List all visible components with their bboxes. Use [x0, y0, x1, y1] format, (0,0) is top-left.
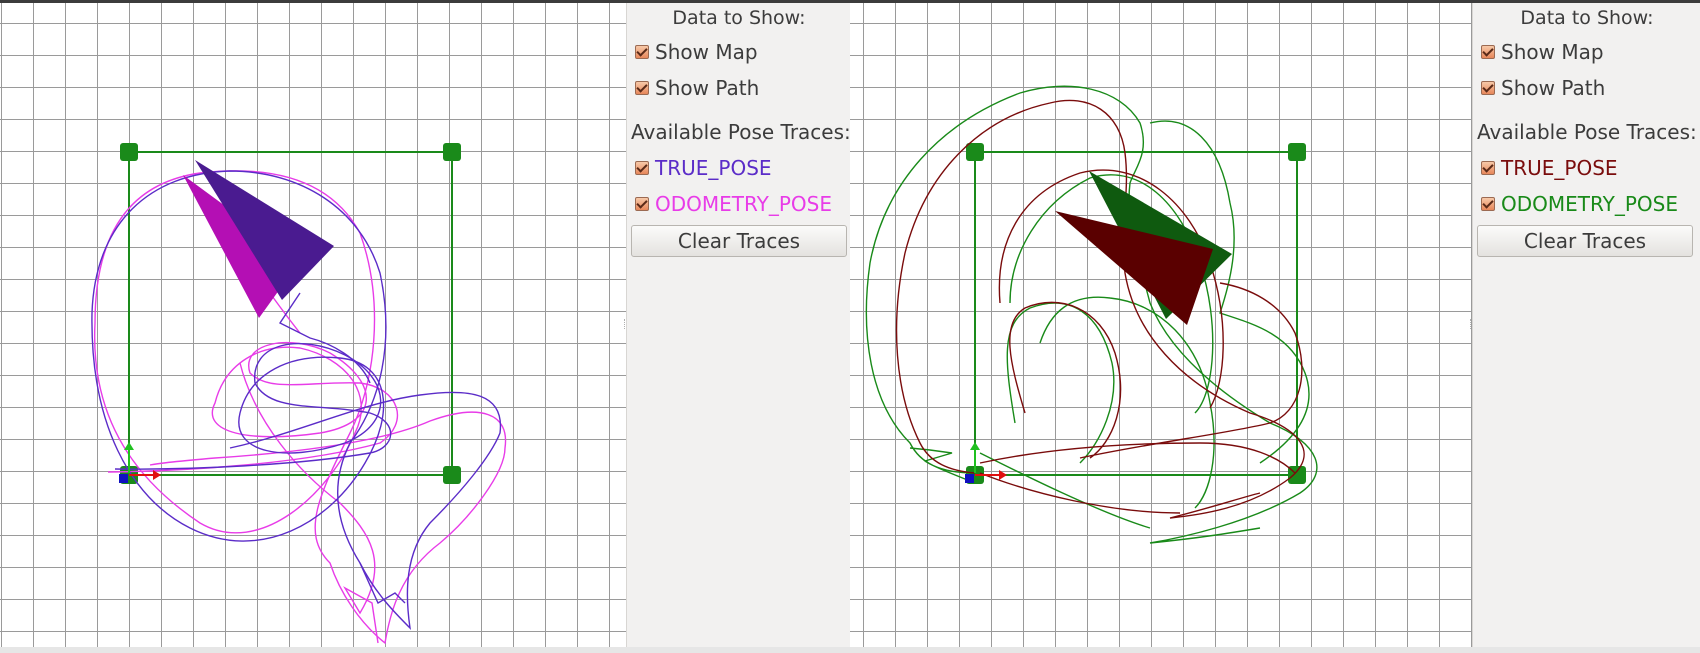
- clear-traces-button[interactable]: Clear Traces: [631, 225, 847, 257]
- data-to-show-title: Data to Show:: [672, 7, 806, 29]
- map-path-square: [128, 151, 453, 476]
- checkbox-checked-icon[interactable]: [1481, 161, 1495, 175]
- checkbox-checked-icon[interactable]: [635, 197, 649, 211]
- checkbox-checked-icon[interactable]: [1481, 81, 1495, 95]
- origin-x-arrowhead: [999, 470, 1007, 480]
- show-map-label: Show Map: [1501, 40, 1604, 64]
- show-path-label: Show Path: [1501, 76, 1606, 100]
- checkbox-checked-icon[interactable]: [635, 81, 649, 95]
- waypoint-icon: [120, 143, 138, 161]
- window-bottom-edge: [0, 647, 1700, 653]
- trace-odometry-pose-row[interactable]: ODOMETRY_POSE: [1481, 190, 1678, 218]
- map-view-right[interactable]: [850, 3, 1472, 647]
- show-path-label: Show Path: [655, 76, 760, 100]
- origin-y-arrowhead: [124, 442, 134, 450]
- splitter-handle[interactable]: [1470, 319, 1473, 329]
- checkbox-checked-icon[interactable]: [635, 161, 649, 175]
- trace-true-pose-row[interactable]: TRUE_POSE: [1481, 154, 1618, 182]
- trace-odometry-pose-row[interactable]: ODOMETRY_POSE: [635, 190, 832, 218]
- trace-true-pose-label: TRUE_POSE: [1501, 156, 1618, 180]
- trace-odometry-pose-label: ODOMETRY_POSE: [1501, 192, 1678, 216]
- pose-traces-heading: Available Pose Traces:: [1477, 120, 1697, 144]
- show-map-label: Show Map: [655, 40, 758, 64]
- trace-true-pose-label: TRUE_POSE: [655, 156, 772, 180]
- show-map-checkbox-row[interactable]: Show Map: [635, 38, 758, 66]
- show-map-checkbox-row[interactable]: Show Map: [1481, 38, 1604, 66]
- origin-y-arrowhead: [970, 442, 980, 450]
- waypoint-icon: [443, 143, 461, 161]
- map-canvas-left[interactable]: [0, 3, 626, 647]
- data-to-show-title: Data to Show:: [1520, 7, 1654, 29]
- true-pose-trace: [895, 99, 1305, 519]
- odometry-pose-trace: [1006, 120, 1310, 509]
- origin-marker-icon: [965, 474, 974, 483]
- origin-marker-icon: [119, 474, 128, 483]
- show-path-checkbox-row[interactable]: Show Path: [635, 74, 759, 102]
- waypoint-icon: [443, 466, 461, 484]
- pose-traces-heading: Available Pose Traces:: [631, 120, 851, 144]
- origin-x-arrowhead: [153, 470, 161, 480]
- checkbox-checked-icon[interactable]: [635, 45, 649, 59]
- waypoint-icon: [1288, 143, 1306, 161]
- checkbox-checked-icon[interactable]: [1481, 45, 1495, 59]
- waypoint-icon: [966, 143, 984, 161]
- clear-traces-button[interactable]: Clear Traces: [1477, 225, 1693, 257]
- map-view-left[interactable]: [0, 3, 626, 647]
- control-panel-right: Data to Show: Show Map Show Path Availab…: [1470, 3, 1700, 647]
- map-canvas-right[interactable]: [850, 3, 1472, 647]
- splitter-handle[interactable]: [624, 319, 627, 329]
- trace-true-pose-row[interactable]: TRUE_POSE: [635, 154, 772, 182]
- trace-odometry-pose-label: ODOMETRY_POSE: [655, 192, 832, 216]
- show-path-checkbox-row[interactable]: Show Path: [1481, 74, 1605, 102]
- checkbox-checked-icon[interactable]: [1481, 197, 1495, 211]
- control-panel-left: Data to Show: Show Map Show Path Availab…: [624, 3, 851, 647]
